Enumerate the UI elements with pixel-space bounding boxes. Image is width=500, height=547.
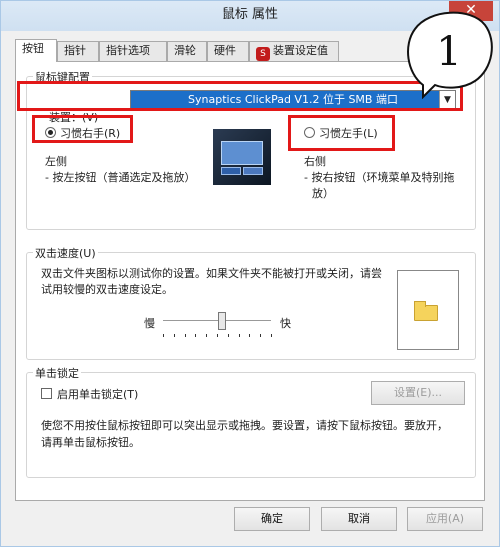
click-lock-description-2: 请再单击鼠标按钮。 [41, 436, 140, 449]
test-folder-area[interactable] [397, 270, 459, 350]
double-click-description-1: 双击文件夹图标以测试你的设置。如果文件夹不能被打开或关闭，请尝 [41, 267, 382, 280]
window-title: 鼠标 属性 [221, 7, 279, 22]
mouse-properties-window: 鼠标 属性 ✕ 按钮 指针 指针选项 滑轮 硬件 S 装置设定值 鼠标键配置 装置… [0, 0, 500, 547]
left-side-description: - 按左按钮（普通选定及拖放） [45, 171, 196, 184]
touchpad-right-button [243, 167, 263, 175]
slider-tick [238, 334, 240, 337]
click-lock-group: 单击锁定 启用单击锁定(T) 设置(E)... 使您不用按住鼠标按钮即可以突出显… [26, 365, 476, 478]
click-lock-label: 启用单击锁定(T) [57, 388, 139, 401]
tab-buttons[interactable]: 按钮 [15, 39, 57, 62]
slider-tick [163, 334, 164, 337]
highlight-box-device [17, 81, 463, 111]
click-lock-title: 单击锁定 [33, 365, 81, 381]
slider-tick [260, 334, 262, 337]
callout-annotation: 1 [407, 11, 493, 99]
cancel-button[interactable]: 取消 [321, 507, 397, 531]
slider-tick [271, 334, 272, 337]
click-lock-checkbox[interactable]: 启用单击锁定(T) [41, 386, 138, 402]
highlight-box-left-hand [288, 115, 395, 151]
tab-device-settings[interactable]: S 装置设定值 [249, 41, 339, 61]
slider-tick [206, 334, 208, 337]
double-click-title: 双击速度(U) [33, 245, 98, 261]
left-side-title: 左侧 [45, 155, 67, 168]
click-lock-settings-button[interactable]: 设置(E)... [371, 381, 465, 405]
tab-device-settings-label: 装置设定值 [273, 44, 328, 57]
right-side-title: 右侧 [304, 155, 326, 168]
touchpad-surface [221, 141, 263, 165]
folder-icon[interactable] [414, 301, 438, 321]
slow-label: 慢 [144, 317, 155, 330]
touchpad-image [213, 129, 271, 185]
tab-panel: 鼠标键配置 装置：(V) Synaptics ClickPad V1.2 位于 … [15, 61, 485, 501]
checkbox-unchecked-icon [41, 388, 52, 399]
click-lock-description-1: 使您不用按住鼠标按钮即可以突出显示或拖拽。要设置，请按下鼠标按钮。要放开， [41, 419, 448, 432]
double-click-speed-track [163, 320, 271, 323]
double-click-description-2: 试用较慢的双击速度设定。 [41, 283, 173, 296]
right-side-description-1: - 按右按钮（环境菜单及特别拖 [304, 171, 455, 184]
apply-button[interactable]: 应用(A) [407, 507, 483, 531]
tab-pointers[interactable]: 指针 [57, 41, 99, 61]
synaptics-logo-icon: S [256, 47, 270, 61]
mouse-config-group: 鼠标键配置 装置：(V) Synaptics ClickPad V1.2 位于 … [17, 69, 476, 230]
callout-number: 1 [436, 29, 461, 75]
slider-tick [249, 334, 251, 337]
slider-tick [184, 334, 186, 337]
highlight-box-right-hand [32, 115, 133, 143]
tab-wheel[interactable]: 滑轮 [167, 41, 207, 61]
touchpad-left-button [221, 167, 241, 175]
tab-hardware[interactable]: 硬件 [207, 41, 249, 61]
right-side-description-2: 放） [312, 187, 334, 200]
ok-button[interactable]: 确定 [234, 507, 310, 531]
slider-tick [217, 334, 218, 337]
slider-tick [173, 334, 175, 337]
slider-tick [195, 334, 197, 337]
fast-label: 快 [280, 317, 291, 330]
tab-pointer-options[interactable]: 指针选项 [99, 41, 167, 61]
double-click-speed-slider[interactable] [218, 312, 227, 330]
slider-tick [227, 334, 229, 337]
slider-ticks [163, 334, 272, 338]
